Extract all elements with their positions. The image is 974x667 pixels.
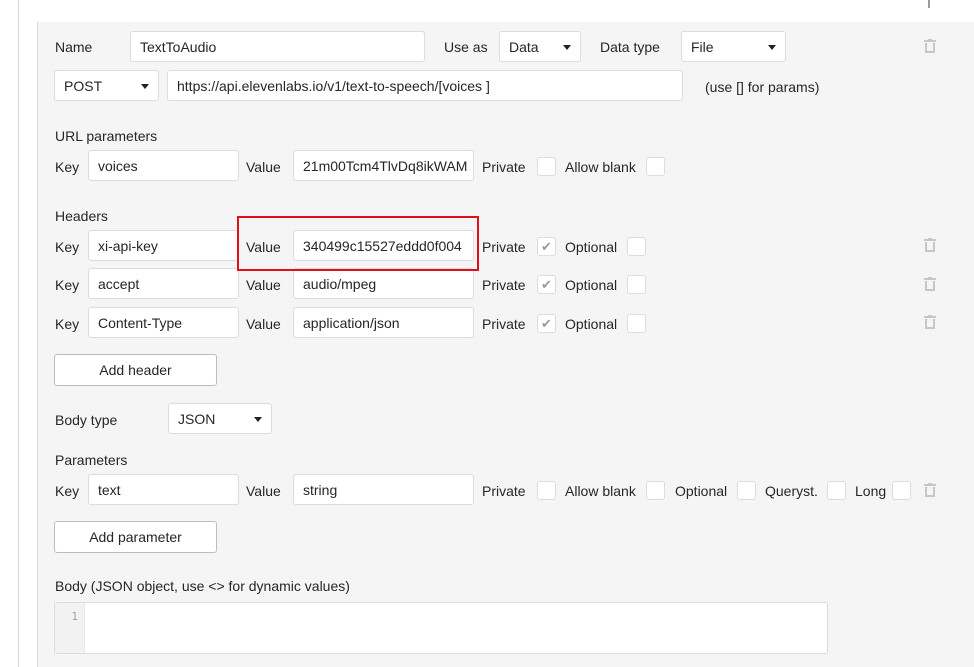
optional-label: Optional — [675, 483, 728, 499]
allow-blank-label: Allow blank — [565, 483, 636, 499]
call-name-input[interactable]: TextToAudio — [130, 31, 425, 62]
body-type-dropdown[interactable]: JSON — [168, 403, 272, 434]
parameter-value-input[interactable]: string — [293, 474, 474, 505]
data-type-value: File — [691, 39, 714, 55]
url-param-value-input[interactable]: 21m00Tcm4TlvDq8ikWAM — [293, 150, 474, 181]
api-key-highlight-box — [237, 216, 479, 271]
url-parameters-title: URL parameters — [55, 128, 158, 144]
optional-label: Optional — [565, 316, 618, 332]
value-label: Value — [246, 316, 281, 332]
header-private-checkbox[interactable]: ✔ — [537, 275, 556, 294]
method-dropdown[interactable]: POST — [54, 70, 159, 101]
header-optional-checkbox[interactable] — [627, 237, 646, 256]
left-divider — [18, 0, 19, 667]
key-label: Key — [55, 483, 80, 499]
checkmark-icon: ✔ — [541, 239, 552, 254]
caret-down-icon — [141, 84, 149, 89]
trash-icon[interactable] — [924, 315, 936, 329]
caret-down-icon — [254, 417, 262, 422]
key-label: Key — [55, 239, 80, 255]
header-optional-checkbox[interactable] — [627, 275, 646, 294]
private-label: Private — [482, 316, 526, 332]
method-value: POST — [64, 78, 103, 94]
body-type-label: Body type — [55, 412, 118, 428]
use-as-label: Use as — [444, 39, 488, 55]
long-label: Long — [855, 483, 887, 499]
add-header-button[interactable]: Add header — [54, 354, 217, 386]
line-number: 1 — [71, 610, 78, 623]
key-label: Key — [55, 316, 80, 332]
key-label: Key — [55, 277, 80, 293]
api-call-panel — [37, 22, 974, 667]
trash-icon[interactable] — [924, 277, 936, 291]
body-editor-label: Body (JSON object, use <> for dynamic va… — [55, 578, 350, 594]
parameter-allow-blank-checkbox[interactable] — [646, 481, 665, 500]
url-param-key-input[interactable]: voices — [88, 150, 239, 181]
value-label: Value — [246, 483, 281, 499]
header-private-checkbox[interactable]: ✔ — [537, 314, 556, 333]
caret-down-icon — [563, 45, 571, 50]
url-input[interactable]: https://api.elevenlabs.io/v1/text-to-spe… — [167, 70, 683, 101]
use-as-dropdown[interactable]: Data — [499, 31, 581, 62]
private-label: Private — [482, 239, 526, 255]
header-private-checkbox[interactable]: ✔ — [537, 237, 556, 256]
trash-icon[interactable] — [924, 39, 936, 53]
header-value-input[interactable]: application/json — [293, 307, 474, 338]
url-param-allow-blank-checkbox[interactable] — [646, 157, 665, 176]
header-optional-checkbox[interactable] — [627, 314, 646, 333]
parameter-long-checkbox[interactable] — [892, 481, 911, 500]
json-body-editor[interactable]: 1 — [54, 602, 828, 654]
scroll-marker — [928, 0, 930, 8]
parameter-queryst-checkbox[interactable] — [827, 481, 846, 500]
headers-title: Headers — [55, 208, 108, 224]
private-label: Private — [482, 483, 526, 499]
trash-icon[interactable] — [924, 483, 936, 497]
caret-down-icon — [768, 45, 776, 50]
key-label: Key — [55, 159, 80, 175]
url-param-private-checkbox[interactable] — [537, 157, 556, 176]
trash-icon[interactable] — [924, 238, 936, 252]
body-type-value: JSON — [178, 411, 216, 427]
header-key-input[interactable]: accept — [88, 268, 239, 299]
parameter-key-input[interactable]: text — [88, 474, 239, 505]
parameter-private-checkbox[interactable] — [537, 481, 556, 500]
name-label: Name — [55, 39, 93, 55]
private-label: Private — [482, 159, 526, 175]
add-parameter-button[interactable]: Add parameter — [54, 521, 217, 553]
allow-blank-label: Allow blank — [565, 159, 636, 175]
optional-label: Optional — [565, 239, 618, 255]
data-type-dropdown[interactable]: File — [681, 31, 786, 62]
line-number-gutter: 1 — [55, 603, 85, 653]
value-label: Value — [246, 159, 281, 175]
queryst-label: Queryst. — [765, 483, 818, 499]
parameters-title: Parameters — [55, 452, 128, 468]
header-key-input[interactable]: Content-Type — [88, 307, 239, 338]
value-label: Value — [246, 277, 281, 293]
data-type-label: Data type — [600, 39, 660, 55]
checkmark-icon: ✔ — [541, 277, 552, 292]
parameter-optional-checkbox[interactable] — [737, 481, 756, 500]
optional-label: Optional — [565, 277, 618, 293]
url-hint: (use [] for params) — [705, 79, 820, 95]
header-key-input[interactable]: xi-api-key — [88, 230, 239, 261]
use-as-value: Data — [509, 39, 539, 55]
private-label: Private — [482, 277, 526, 293]
header-value-input[interactable]: audio/mpeg — [293, 268, 474, 299]
checkmark-icon: ✔ — [541, 316, 552, 331]
